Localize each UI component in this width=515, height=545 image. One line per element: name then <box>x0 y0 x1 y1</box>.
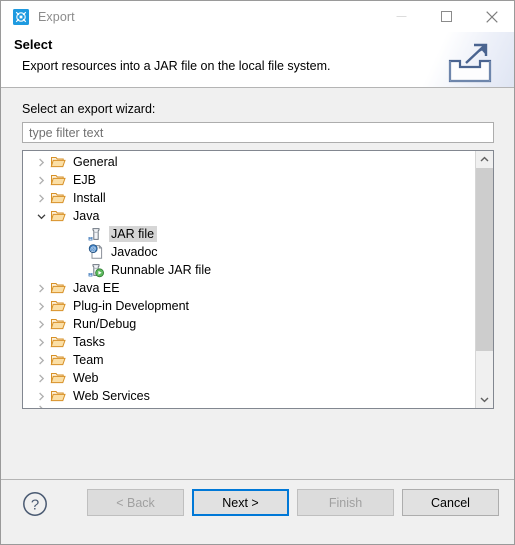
javadoc-icon: @ <box>88 244 104 260</box>
scroll-up-icon[interactable] <box>476 151 493 168</box>
tree-item-label: Web Services <box>73 389 150 403</box>
folder-icon <box>50 370 66 386</box>
export-arrow-tray-icon <box>444 41 496 87</box>
tree-item-label: Tasks <box>73 335 105 349</box>
folder-icon <box>50 190 66 206</box>
tree-item-label: XML <box>71 405 102 408</box>
tree-item-label: Install <box>73 191 106 205</box>
folder-icon <box>50 298 66 314</box>
tree-item-team[interactable]: Team <box>23 351 475 369</box>
tree-item-java-ee[interactable]: Java EE <box>23 279 475 297</box>
tree-item-label: Runnable JAR file <box>111 263 212 277</box>
scrollbar-track[interactable] <box>476 168 493 391</box>
tree-item-label: Run/Debug <box>73 317 137 331</box>
filter-input[interactable] <box>22 122 494 143</box>
svg-text:?: ? <box>31 496 39 513</box>
tree-item-install[interactable]: Install <box>23 189 475 207</box>
export-wizard-tree[interactable]: General EJB Install Java JAR file @ Javadoc Run… <box>22 150 494 409</box>
tree-item-label: Java <box>73 209 100 223</box>
tree-item-label: EJB <box>73 173 96 187</box>
tree-item-plug-in-development[interactable]: Plug-in Development <box>23 297 475 315</box>
folder-icon <box>50 352 66 368</box>
tree-item-ejb[interactable]: EJB <box>23 171 475 189</box>
help-icon[interactable]: ? <box>22 491 48 517</box>
window-title: Export <box>38 9 75 24</box>
folder-icon <box>50 172 66 188</box>
dialog-footer: ? < Back Next > Finish Cancel <box>1 479 514 544</box>
tree-rows: General EJB Install Java JAR file @ Javadoc Run… <box>23 151 475 408</box>
tree-item-web-services[interactable]: Web Services <box>23 387 475 405</box>
tree-item-label: Web <box>73 371 99 385</box>
chevron-right-icon[interactable] <box>33 194 50 203</box>
tree-item-jar-file[interactable]: JAR file <box>23 225 475 243</box>
tree-item-run-debug[interactable]: Run/Debug <box>23 315 475 333</box>
chevron-right-icon[interactable] <box>33 356 50 365</box>
page-title: Select <box>14 37 53 52</box>
tree-item-java[interactable]: Java <box>23 207 475 225</box>
scrollbar-thumb[interactable] <box>476 168 493 351</box>
tree-item-web[interactable]: Web <box>23 369 475 387</box>
tree-item-javadoc[interactable]: @ Javadoc <box>23 243 475 261</box>
next-button[interactable]: Next > <box>192 489 289 516</box>
finish-button: Finish <box>297 489 394 516</box>
svg-text:@: @ <box>90 247 96 253</box>
chevron-right-icon[interactable] <box>33 338 50 347</box>
scroll-down-icon[interactable] <box>476 391 493 408</box>
folder-icon <box>50 388 66 404</box>
tree-scrollbar[interactable] <box>475 151 493 408</box>
tree-item-general[interactable]: General <box>23 153 475 171</box>
back-button: < Back <box>87 489 184 516</box>
minimize-button[interactable] <box>379 1 424 32</box>
folder-icon <box>50 154 66 170</box>
chevron-down-icon[interactable] <box>33 212 50 221</box>
wizard-header: Select Export resources into a JAR file … <box>1 32 514 88</box>
chevron-right-icon[interactable] <box>33 302 50 311</box>
folder-icon <box>50 280 66 296</box>
eclipse-export-icon <box>13 8 29 25</box>
tree-item-label: Java EE <box>73 281 120 295</box>
jar-file-icon <box>88 226 104 242</box>
dialog-body: Select an export wizard: General EJB Insta… <box>1 88 514 479</box>
close-button[interactable] <box>469 1 514 32</box>
chevron-right-icon[interactable] <box>33 176 50 185</box>
tree-item-tasks[interactable]: Tasks <box>23 333 475 351</box>
tree-item-label: Javadoc <box>111 245 158 259</box>
tree-item-label: JAR file <box>109 226 158 242</box>
chevron-right-icon[interactable] <box>33 284 50 293</box>
chevron-right-icon[interactable] <box>33 405 50 408</box>
footer-buttons: < Back Next > Finish Cancel <box>87 489 499 516</box>
tree-item-label: Plug-in Development <box>73 299 190 313</box>
folder-icon <box>50 208 66 224</box>
tree-item-xml[interactable]: XML <box>23 405 475 408</box>
export-dialog: Export Select Export resources into a JA… <box>0 0 515 545</box>
window-controls <box>379 1 514 32</box>
chevron-right-icon[interactable] <box>33 320 50 329</box>
select-wizard-label: Select an export wizard: <box>22 102 156 116</box>
folder-icon <box>50 405 66 408</box>
cancel-button[interactable]: Cancel <box>402 489 499 516</box>
runnable-jar-icon <box>88 262 104 278</box>
chevron-right-icon[interactable] <box>33 374 50 383</box>
chevron-right-icon[interactable] <box>33 392 50 401</box>
page-description: Export resources into a JAR file on the … <box>22 59 331 73</box>
title-bar: Export <box>1 1 514 32</box>
folder-icon <box>50 334 66 350</box>
tree-item-runnable-jar-file[interactable]: Runnable JAR file <box>23 261 475 279</box>
maximize-button[interactable] <box>424 1 469 32</box>
tree-item-label: Team <box>73 353 104 367</box>
tree-item-label: General <box>73 155 118 169</box>
folder-icon <box>50 316 66 332</box>
chevron-right-icon[interactable] <box>33 158 50 167</box>
